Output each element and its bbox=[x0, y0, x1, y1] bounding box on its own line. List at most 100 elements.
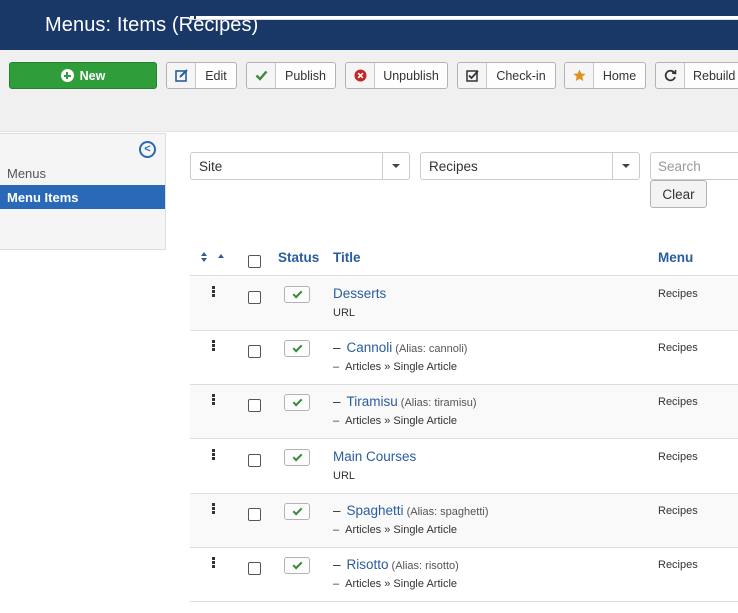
level-dash: – bbox=[333, 557, 341, 572]
item-title-link[interactable]: Risotto bbox=[347, 557, 389, 572]
sidebar-item-label: Menu Items bbox=[7, 189, 79, 205]
item-type: Articles » Single Article bbox=[345, 578, 458, 590]
menu-cell: Recipes bbox=[658, 451, 698, 463]
site-filter-value: Site bbox=[199, 158, 223, 174]
plus-circle-icon bbox=[60, 69, 74, 82]
menu-cell: Recipes bbox=[658, 559, 698, 571]
checkin-button-label: Check-in bbox=[496, 68, 546, 83]
refresh-icon bbox=[656, 63, 685, 88]
select-all-checkbox[interactable] bbox=[248, 255, 261, 268]
status-toggle-button[interactable] bbox=[284, 394, 310, 411]
row-checkbox[interactable] bbox=[248, 345, 261, 358]
list-icon bbox=[10, 16, 738, 34]
sidebar-item-menus[interactable]: Menus bbox=[0, 161, 165, 185]
sidebar-item-menu-items[interactable]: Menu Items bbox=[0, 185, 165, 209]
level-dash: – bbox=[333, 503, 341, 518]
column-header-menu[interactable]: Menu bbox=[658, 250, 693, 265]
toolbar: New Edit Publish Unpublish Check-in Home bbox=[0, 50, 738, 132]
item-title-link[interactable]: Desserts bbox=[333, 286, 386, 301]
item-type: Articles » Single Article bbox=[345, 361, 458, 373]
table-row: – Spaghetti (Alias: spaghetti) – Articles » … bbox=[190, 494, 738, 548]
item-type-cell: – Articles » Single Article bbox=[333, 524, 457, 536]
search-input[interactable] bbox=[650, 152, 738, 180]
table-header: Status Title Menu bbox=[190, 240, 738, 276]
menu-cell: Recipes bbox=[658, 396, 698, 408]
clear-button[interactable]: Clear bbox=[650, 180, 707, 208]
item-type-cell: URL bbox=[333, 307, 355, 319]
item-type: URL bbox=[333, 470, 356, 482]
check-icon bbox=[292, 342, 302, 352]
sort-order-icon[interactable] bbox=[201, 251, 224, 265]
table-row: Desserts URL Recipes bbox=[190, 277, 738, 331]
menu-filter-value: Recipes bbox=[429, 158, 478, 174]
rebuild-button-label: Rebuild bbox=[693, 68, 736, 83]
publish-button[interactable]: Publish bbox=[246, 62, 336, 89]
check-icon bbox=[292, 396, 302, 406]
drag-handle-icon[interactable] bbox=[212, 394, 215, 405]
rebuild-button[interactable]: Rebuild bbox=[655, 62, 738, 89]
drag-handle-icon[interactable] bbox=[212, 503, 215, 514]
item-alias: (Alias: spaghetti) bbox=[406, 506, 489, 518]
new-button-label: New bbox=[79, 68, 106, 83]
column-header-status[interactable]: Status bbox=[278, 250, 319, 265]
table-row: – Tiramisu (Alias: tiramisu) – Articles » Si… bbox=[190, 385, 738, 439]
title-cell: – Cannoli (Alias: cannoli) bbox=[333, 340, 467, 355]
home-button[interactable]: Home bbox=[564, 62, 646, 89]
item-title-link[interactable]: Spaghetti bbox=[347, 503, 404, 518]
item-type: Articles » Single Article bbox=[345, 415, 458, 427]
title-cell: – Spaghetti (Alias: spaghetti) bbox=[333, 503, 489, 518]
item-title-link[interactable]: Main Courses bbox=[333, 449, 416, 464]
level-dash: – bbox=[333, 578, 340, 590]
level-dash: – bbox=[333, 361, 340, 373]
row-checkbox[interactable] bbox=[248, 399, 261, 412]
status-toggle-button[interactable] bbox=[284, 557, 310, 574]
star-icon bbox=[565, 63, 594, 88]
chevron-down-icon bbox=[382, 153, 409, 179]
check-icon bbox=[292, 505, 302, 515]
item-type-cell: – Articles » Single Article bbox=[333, 415, 457, 427]
drag-handle-icon[interactable] bbox=[212, 557, 215, 568]
check-icon bbox=[292, 288, 302, 298]
site-filter-select[interactable]: Site bbox=[190, 152, 410, 180]
column-header-title[interactable]: Title bbox=[333, 250, 361, 265]
status-toggle-button[interactable] bbox=[284, 286, 310, 303]
level-dash: – bbox=[333, 415, 340, 427]
drag-handle-icon[interactable] bbox=[212, 449, 215, 460]
publish-button-label: Publish bbox=[285, 68, 326, 83]
chevron-down-icon bbox=[612, 153, 639, 179]
level-dash: – bbox=[333, 394, 341, 409]
item-alias: (Alias: tiramisu) bbox=[400, 397, 477, 409]
edit-icon bbox=[167, 63, 196, 88]
unpublish-button[interactable]: Unpublish bbox=[345, 62, 448, 89]
item-type-cell: – Articles » Single Article bbox=[333, 578, 457, 590]
collapse-sidebar-icon[interactable]: < bbox=[139, 141, 156, 158]
home-button-label: Home bbox=[602, 68, 637, 83]
menu-filter-select[interactable]: Recipes bbox=[420, 152, 640, 180]
level-dash: – bbox=[333, 340, 341, 355]
status-toggle-button[interactable] bbox=[284, 340, 310, 357]
checkin-button[interactable]: Check-in bbox=[457, 62, 556, 89]
edit-button-label: Edit bbox=[205, 68, 227, 83]
drag-handle-icon[interactable] bbox=[212, 340, 215, 351]
edit-button[interactable]: Edit bbox=[166, 62, 237, 89]
row-checkbox[interactable] bbox=[248, 454, 261, 467]
item-type-cell: – Articles » Single Article bbox=[333, 361, 457, 373]
status-toggle-button[interactable] bbox=[284, 449, 310, 466]
table-row: Main Courses URL Recipes bbox=[190, 440, 738, 494]
item-title-link[interactable]: Cannoli bbox=[347, 340, 393, 355]
title-cell: – Tiramisu (Alias: tiramisu) bbox=[333, 394, 477, 409]
new-button[interactable]: New bbox=[9, 62, 157, 89]
row-checkbox[interactable] bbox=[248, 291, 261, 304]
status-toggle-button[interactable] bbox=[284, 503, 310, 520]
menu-cell: Recipes bbox=[658, 288, 698, 300]
sidebar-item-label: Menus bbox=[7, 165, 47, 181]
item-alias: (Alias: cannoli) bbox=[395, 343, 468, 355]
title-cell: Desserts bbox=[333, 286, 386, 301]
item-alias: (Alias: risotto) bbox=[391, 560, 459, 572]
item-title-link[interactable]: Tiramisu bbox=[347, 394, 398, 409]
row-checkbox[interactable] bbox=[248, 508, 261, 521]
row-checkbox[interactable] bbox=[248, 562, 261, 575]
check-icon bbox=[292, 559, 302, 569]
drag-handle-icon[interactable] bbox=[212, 286, 215, 297]
title-cell: Main Courses bbox=[333, 449, 416, 464]
